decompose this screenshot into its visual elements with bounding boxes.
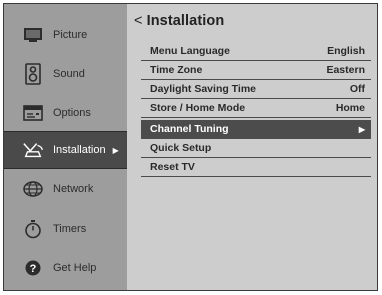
speaker-icon [22, 63, 44, 85]
sidebar-item-label: Timers [53, 223, 87, 235]
chevron-right-icon: ▶ [358, 124, 365, 134]
menu-row-time-zone[interactable]: Time Zone Eastern [141, 61, 371, 80]
sidebar: Picture Sound Options Installation ▶ Net… [4, 4, 127, 290]
sidebar-item-label: Get Help [53, 262, 97, 274]
row-value: Home [335, 102, 365, 114]
row-label: Reset TV [150, 161, 195, 173]
row-label: Time Zone [150, 64, 203, 76]
options-icon [22, 102, 44, 124]
row-label: Menu Language [150, 45, 230, 57]
row-label: Daylight Saving Time [150, 83, 256, 95]
menu-row-menu-language[interactable]: Menu Language English [141, 42, 371, 61]
sidebar-item-label: Network [53, 183, 94, 195]
menu-row-quick-setup[interactable]: Quick Setup [141, 139, 371, 158]
sidebar-item-picture[interactable]: Picture [4, 16, 127, 54]
sidebar-item-label: Installation [53, 144, 106, 156]
monitor-icon [22, 24, 44, 46]
row-label: Channel Tuning [150, 123, 229, 135]
sidebar-item-network[interactable]: Network [4, 170, 127, 208]
antenna-icon [22, 139, 44, 161]
row-value: English [327, 45, 365, 57]
settings-panel: < Installation Menu Language English Time… [127, 4, 377, 290]
row-label: Quick Setup [150, 142, 212, 154]
globe-icon [22, 178, 44, 200]
help-icon: ? [22, 257, 44, 279]
sidebar-item-timers[interactable]: Timers [4, 210, 127, 248]
sidebar-item-label: Options [53, 107, 91, 119]
back-arrow-icon[interactable]: < [134, 13, 143, 29]
sidebar-item-label: Sound [53, 68, 85, 80]
menu-row-reset-tv[interactable]: Reset TV [141, 158, 371, 177]
row-value: Eastern [326, 64, 365, 76]
sidebar-item-get-help[interactable]: ? Get Help [4, 249, 127, 287]
row-value: Off [349, 83, 365, 95]
row-label: Store / Home Mode [150, 102, 246, 114]
page-title-text: Installation [146, 13, 225, 29]
menu-row-channel-tuning[interactable]: Channel Tuning ▶ [141, 120, 371, 139]
sidebar-item-label: Picture [53, 29, 88, 41]
menu-row-daylight-saving-time[interactable]: Daylight Saving Time Off [141, 80, 371, 99]
sidebar-item-sound[interactable]: Sound [4, 55, 127, 93]
sidebar-item-installation[interactable]: Installation ▶ [4, 131, 127, 169]
menu-row-store-home-mode[interactable]: Store / Home Mode Home [141, 99, 371, 118]
sidebar-item-options[interactable]: Options [4, 94, 127, 132]
tv-menu-window: Picture Sound Options Installation ▶ Net… [3, 3, 378, 291]
page-title: < Installation [134, 13, 224, 29]
svg-text:?: ? [30, 263, 37, 275]
chevron-right-icon: ▶ [112, 145, 119, 155]
stopwatch-icon [22, 218, 44, 240]
